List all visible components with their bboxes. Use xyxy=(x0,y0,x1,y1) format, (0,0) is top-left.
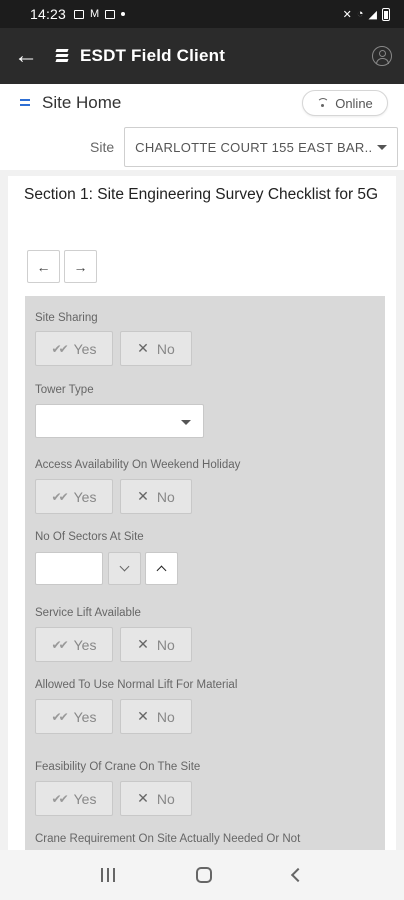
system-navigation-bar xyxy=(0,850,404,900)
section-title: Section 1: Site Engineering Survey Check… xyxy=(24,186,379,203)
home-icon[interactable] xyxy=(195,867,212,883)
double-check-icon: ✔✔ xyxy=(51,341,69,356)
logo-icon xyxy=(54,48,70,64)
page-header: Site Home Online xyxy=(0,84,404,122)
close-icon: ✕ xyxy=(137,488,149,504)
yes-label: Yes xyxy=(73,708,97,725)
online-status-button[interactable]: Online xyxy=(302,90,388,116)
crane-requirement-label: Crane Requirement On Site Actually Neede… xyxy=(35,833,301,845)
app-bar: ← ESDT Field Client xyxy=(0,28,404,84)
image-icon xyxy=(74,9,85,19)
close-icon: ✕ xyxy=(137,340,149,356)
app-title: ESDT Field Client xyxy=(80,46,226,65)
online-label: Online xyxy=(335,95,373,111)
double-check-icon: ✔✔ xyxy=(51,637,69,652)
access-weekend-yes-button[interactable]: ✔✔ Yes xyxy=(35,479,113,514)
tower-type-label: Tower Type xyxy=(35,384,94,396)
menu-icon[interactable] xyxy=(20,98,30,108)
service-lift-yes-button[interactable]: ✔✔ Yes xyxy=(35,627,113,662)
signal-icon: ◢ xyxy=(368,8,377,21)
status-bar: 14:23 M ✕ ◔ ◢ xyxy=(0,0,404,28)
access-weekend-label: Access Availability On Weekend Holiday xyxy=(35,459,241,471)
sectors-input[interactable] xyxy=(35,552,103,585)
close-icon: ✕ xyxy=(137,708,149,724)
chevron-down-icon xyxy=(119,561,130,572)
notification-icons: M xyxy=(74,7,126,20)
decrement-button[interactable] xyxy=(108,552,141,585)
yes-label: Yes xyxy=(73,790,97,807)
arrow-left-icon: ← xyxy=(36,258,51,275)
screen-icon xyxy=(105,9,116,19)
chevron-up-icon xyxy=(156,565,167,576)
next-section-button[interactable]: → xyxy=(64,250,97,283)
no-label: No xyxy=(156,340,175,357)
no-label: No xyxy=(156,790,175,807)
double-check-icon: ✔✔ xyxy=(51,791,69,806)
dot-icon xyxy=(121,12,126,16)
arrow-left-icon[interactable]: ← xyxy=(14,44,46,68)
yes-label: Yes xyxy=(73,340,97,357)
service-lift-label: Service Lift Available xyxy=(35,607,141,619)
system-icons: ✕ ◔ ◢ xyxy=(342,7,390,21)
wifi-icon xyxy=(317,98,330,108)
sectors-label: No Of Sectors At Site xyxy=(35,531,144,543)
battery-icon xyxy=(382,7,390,21)
yes-label: Yes xyxy=(73,636,97,653)
normal-lift-yes-button[interactable]: ✔✔ Yes xyxy=(35,699,113,734)
crane-feasibility-no-button[interactable]: ✕ No xyxy=(120,781,192,816)
site-row: Site CHARLOTTE COURT 155 EAST BAR... xyxy=(0,126,404,168)
site-label: Site xyxy=(90,139,115,155)
status-time: 14:23 xyxy=(30,6,67,22)
arrow-right-icon: → xyxy=(73,258,88,275)
tower-type-select[interactable] xyxy=(35,404,204,438)
chevron-down-icon xyxy=(181,420,191,425)
service-lift-no-button[interactable]: ✕ No xyxy=(120,627,192,662)
site-sharing-yes-button[interactable]: ✔✔ Yes xyxy=(35,331,113,366)
close-icon: ✕ xyxy=(137,790,149,806)
no-label: No xyxy=(156,708,175,725)
previous-section-button[interactable]: ← xyxy=(27,250,60,283)
wifi-icon: ◔ xyxy=(356,8,364,20)
gmail-icon: M xyxy=(90,7,100,20)
site-sharing-no-button[interactable]: ✕ No xyxy=(120,331,192,366)
normal-lift-no-button[interactable]: ✕ No xyxy=(120,699,192,734)
page-title: Site Home xyxy=(42,93,122,112)
double-check-icon: ✔✔ xyxy=(51,709,69,724)
mute-icon: ✕ xyxy=(342,8,352,21)
no-label: No xyxy=(156,488,175,505)
no-label: No xyxy=(156,636,175,653)
normal-lift-label: Allowed To Use Normal Lift For Material xyxy=(35,679,238,691)
recent-apps-icon[interactable] xyxy=(100,868,115,882)
site-sharing-label: Site Sharing xyxy=(35,312,98,324)
site-select[interactable]: CHARLOTTE COURT 155 EAST BAR... xyxy=(124,127,399,167)
double-check-icon: ✔✔ xyxy=(51,489,69,504)
increment-button[interactable] xyxy=(145,552,178,585)
chevron-down-icon xyxy=(377,144,388,150)
close-icon: ✕ xyxy=(137,636,149,652)
access-weekend-no-button[interactable]: ✕ No xyxy=(120,479,192,514)
site-select-value: CHARLOTTE COURT 155 EAST BAR... xyxy=(135,139,372,155)
crane-feasibility-yes-button[interactable]: ✔✔ Yes xyxy=(35,781,113,816)
crane-feasibility-label: Feasibility Of Crane On The Site xyxy=(35,761,201,773)
account-circle-icon[interactable] xyxy=(372,46,392,66)
back-icon[interactable] xyxy=(291,867,306,883)
yes-label: Yes xyxy=(73,488,97,505)
